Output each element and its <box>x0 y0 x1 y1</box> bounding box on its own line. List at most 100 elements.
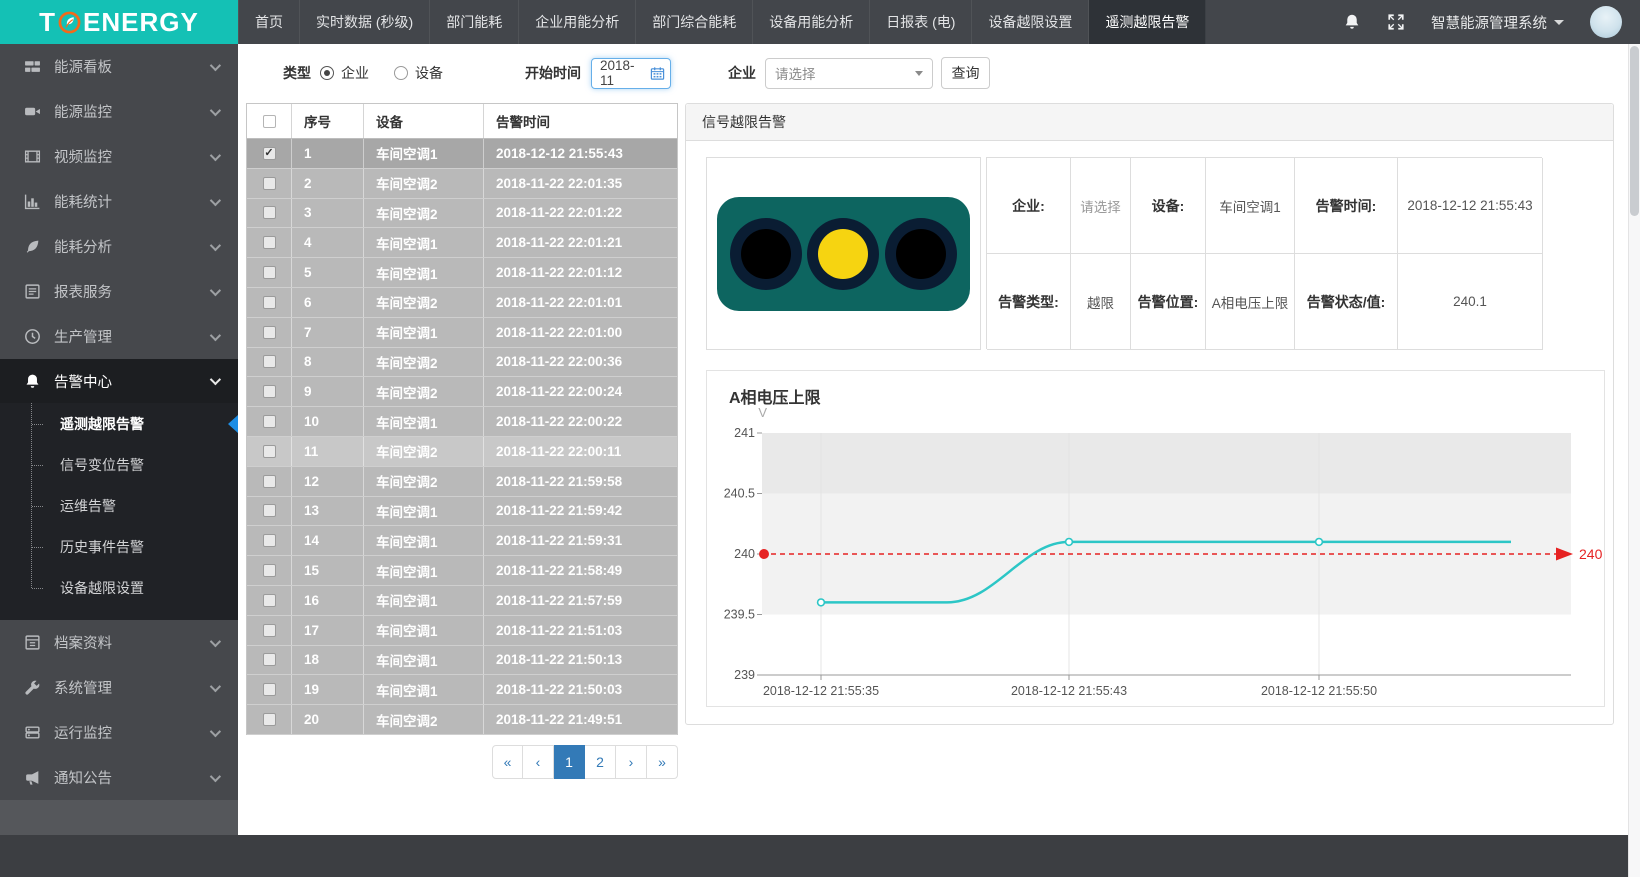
sidebar-item-通知公告[interactable]: 通知公告 <box>0 755 238 800</box>
table-row[interactable]: 12车间空调22018-11-22 21:59:58 <box>247 467 677 497</box>
table-row[interactable]: 6车间空调22018-11-22 22:01:01 <box>247 288 677 318</box>
nav-item-设备用能分析[interactable]: 设备用能分析 <box>753 0 870 44</box>
table-row[interactable]: 19车间空调12018-11-22 21:50:03 <box>247 675 677 705</box>
table-row[interactable]: 14车间空调12018-11-22 21:59:31 <box>247 526 677 556</box>
table-row[interactable]: ✓1车间空调12018-12-12 21:55:43 <box>247 139 677 169</box>
sidebar-subitem-运维告警[interactable]: 运维告警 <box>0 485 238 526</box>
calendar-icon[interactable] <box>650 66 665 81</box>
row-checkbox[interactable] <box>263 594 276 607</box>
sidebar-bottom-strip <box>0 835 238 877</box>
system-title-label: 智慧能源管理系统 <box>1431 12 1547 33</box>
sidebar-item-能源监控[interactable]: 能源监控 <box>0 89 238 134</box>
sidebar-subitem-信号变位告警[interactable]: 信号变位告警 <box>0 444 238 485</box>
table-row[interactable]: 16车间空调12018-11-22 21:57:59 <box>247 586 677 616</box>
svg-text:2018-12-12 21:55:43: 2018-12-12 21:55:43 <box>1011 684 1127 698</box>
bell-icon[interactable] <box>1343 13 1361 31</box>
info-value: 越限 <box>1071 254 1131 350</box>
table-row[interactable]: 10车间空调12018-11-22 22:00:22 <box>247 407 677 437</box>
sidebar-item-运行监控[interactable]: 运行监控 <box>0 710 238 755</box>
page-button-«[interactable]: « <box>492 745 523 779</box>
row-checkbox[interactable] <box>263 385 276 398</box>
row-checkbox-cell <box>247 675 292 704</box>
sidebar-item-报表服务[interactable]: 报表服务 <box>0 269 238 314</box>
row-checkbox[interactable] <box>263 713 276 726</box>
row-checkbox[interactable] <box>263 415 276 428</box>
sidebar-item-生产管理[interactable]: 生产管理 <box>0 314 238 359</box>
row-checkbox[interactable] <box>263 266 276 279</box>
page-button-»[interactable]: » <box>647 745 678 779</box>
row-checkbox[interactable] <box>263 683 276 696</box>
page-button-1[interactable]: 1 <box>554 745 585 779</box>
row-no: 10 <box>292 407 364 436</box>
page-button-‹[interactable]: ‹ <box>523 745 554 779</box>
row-checkbox[interactable] <box>263 177 276 190</box>
table-row[interactable]: 15车间空调12018-11-22 21:58:49 <box>247 556 677 586</box>
row-checkbox-cell <box>247 467 292 496</box>
sidebar-item-档案资料[interactable]: 档案资料 <box>0 620 238 665</box>
row-checkbox[interactable] <box>263 564 276 577</box>
enterprise-select[interactable]: 请选择 <box>765 58 933 89</box>
nav-item-日报表 (电)[interactable]: 日报表 (电) <box>870 0 972 44</box>
nav-item-部门综合能耗[interactable]: 部门综合能耗 <box>636 0 753 44</box>
type-radio-设备[interactable] <box>394 66 408 80</box>
select-all-checkbox[interactable] <box>263 115 276 128</box>
row-checkbox[interactable] <box>263 504 276 517</box>
scrollbar-thumb[interactable] <box>1630 46 1639 216</box>
start-time-input[interactable]: 2018-11 <box>591 58 671 89</box>
table-row[interactable]: 7车间空调12018-11-22 22:01:00 <box>247 318 677 348</box>
table-row[interactable]: 8车间空调22018-11-22 22:00:36 <box>247 348 677 378</box>
row-device: 车间空调1 <box>364 616 484 645</box>
table-row[interactable]: 13车间空调12018-11-22 21:59:42 <box>247 497 677 527</box>
sidebar-subitem-历史事件告警[interactable]: 历史事件告警 <box>0 526 238 567</box>
sidebar-subitem-遥测越限告警[interactable]: 遥测越限告警 <box>0 403 238 444</box>
nav-item-首页[interactable]: 首页 <box>238 0 300 44</box>
row-checkbox[interactable]: ✓ <box>263 147 276 160</box>
row-checkbox-cell <box>247 348 292 377</box>
sidebar-item-能耗统计[interactable]: 能耗统计 <box>0 179 238 224</box>
sidebar-subitem-设备越限设置[interactable]: 设备越限设置 <box>0 567 238 608</box>
query-button[interactable]: 查询 <box>941 57 990 89</box>
row-checkbox[interactable] <box>263 624 276 637</box>
row-checkbox[interactable] <box>263 534 276 547</box>
table-row[interactable]: 2车间空调22018-11-22 22:01:35 <box>247 169 677 199</box>
fullscreen-icon[interactable] <box>1387 13 1405 31</box>
header-right: 智慧能源管理系统 <box>1343 0 1640 44</box>
table-row[interactable]: 11车间空调22018-11-22 22:00:11 <box>247 437 677 467</box>
nav-item-实时数据 (秒级)[interactable]: 实时数据 (秒级) <box>300 0 430 44</box>
sidebar-item-视频监控[interactable]: 视频监控 <box>0 134 238 179</box>
table-row[interactable]: 9车间空调22018-11-22 22:00:24 <box>247 377 677 407</box>
table-row[interactable]: 4车间空调12018-11-22 22:01:21 <box>247 228 677 258</box>
row-checkbox[interactable] <box>263 296 276 309</box>
page-button-›[interactable]: › <box>616 745 647 779</box>
row-checkbox[interactable] <box>263 653 276 666</box>
row-checkbox[interactable] <box>263 236 276 249</box>
table-row[interactable]: 17车间空调12018-11-22 21:51:03 <box>247 616 677 646</box>
page-button-2[interactable]: 2 <box>585 745 616 779</box>
table-row[interactable]: 18车间空调12018-11-22 21:50:13 <box>247 646 677 676</box>
type-radio-企业[interactable] <box>320 66 334 80</box>
row-checkbox[interactable] <box>263 326 276 339</box>
chevron-down-icon <box>210 194 221 205</box>
table-row[interactable]: 20车间空调22018-11-22 21:49:51 <box>247 705 677 735</box>
start-time-value: 2018-11 <box>600 58 645 88</box>
lamp-bulb <box>818 229 868 279</box>
row-checkbox[interactable] <box>263 445 276 458</box>
row-checkbox[interactable] <box>263 355 276 368</box>
row-checkbox[interactable] <box>263 475 276 488</box>
sidebar-item-系统管理[interactable]: 系统管理 <box>0 665 238 710</box>
avatar[interactable] <box>1590 6 1622 38</box>
table-row[interactable]: 3车间空调22018-11-22 22:01:22 <box>247 199 677 229</box>
main-content: 类型 企业设备 开始时间 2018-11 企业 请选择 查询 序号 设备 告警时… <box>238 44 1628 835</box>
sidebar-item-能耗分析[interactable]: 能耗分析 <box>0 224 238 269</box>
vertical-scrollbar[interactable] <box>1628 44 1640 877</box>
table-row[interactable]: 5车间空调12018-11-22 22:01:12 <box>247 258 677 288</box>
nav-item-设备越限设置[interactable]: 设备越限设置 <box>972 0 1089 44</box>
row-time: 2018-11-22 22:01:22 <box>484 199 677 228</box>
system-title-dropdown[interactable]: 智慧能源管理系统 <box>1431 12 1564 33</box>
nav-item-遥测越限告警[interactable]: 遥测越限告警 <box>1089 0 1206 44</box>
nav-item-企业用能分析[interactable]: 企业用能分析 <box>519 0 636 44</box>
sidebar-item-能源看板[interactable]: 能源看板 <box>0 44 238 89</box>
row-checkbox[interactable] <box>263 206 276 219</box>
sidebar-item-告警中心[interactable]: 告警中心 <box>0 359 238 403</box>
nav-item-部门能耗[interactable]: 部门能耗 <box>430 0 519 44</box>
